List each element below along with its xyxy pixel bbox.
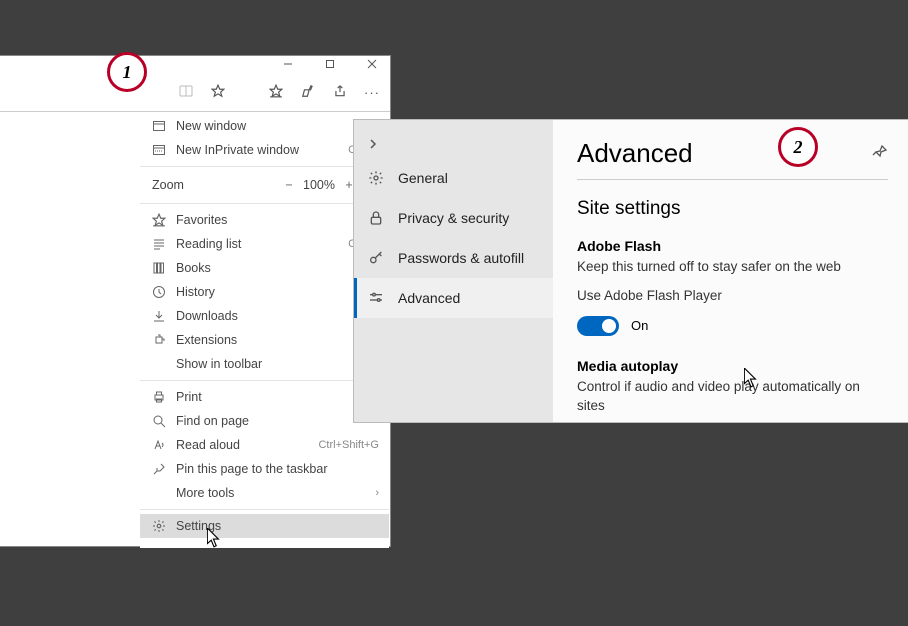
inprivate-icon (152, 143, 166, 157)
extensions-icon (152, 333, 166, 347)
menu-separator (140, 380, 389, 381)
menu-label: Extensions (176, 333, 379, 347)
history-icon (152, 285, 166, 299)
step-badge-2: 2 (778, 127, 818, 167)
menu-label: History (176, 285, 379, 299)
menu-label: New InPrivate window (176, 143, 338, 157)
media-autoplay-heading: Media autoplay (577, 358, 888, 374)
menu-separator (140, 203, 389, 204)
nav-label: Passwords & autofill (398, 250, 524, 266)
menu-separator (140, 166, 389, 167)
menu-separator (140, 509, 389, 510)
star-icon (152, 213, 166, 227)
pin-icon (152, 462, 166, 476)
gear-icon (368, 170, 384, 186)
flash-toggle[interactable] (577, 316, 619, 336)
advanced-panel: Advanced Site settings Adobe Flash Keep … (553, 119, 908, 423)
media-autoplay-description: Control if audio and video play automati… (577, 378, 888, 416)
menu-print[interactable]: Print (140, 385, 389, 409)
nav-label: Privacy & security (398, 210, 509, 226)
menu-label: Show in toolbar (176, 357, 365, 371)
nav-back-button[interactable] (354, 130, 553, 158)
menu-shortcut: Ctrl+Shift+G (318, 439, 379, 451)
flash-toggle-label: Use Adobe Flash Player (577, 287, 888, 306)
advanced-header: Advanced (577, 138, 888, 180)
menu-downloads[interactable]: Downloads (140, 304, 389, 328)
gear-icon (152, 519, 166, 533)
menu-books[interactable]: Books (140, 256, 389, 280)
share-icon[interactable] (332, 84, 348, 101)
menu-find-on-page[interactable]: Find on page (140, 409, 389, 433)
key-icon (368, 250, 384, 266)
menu-zoom: Zoom − 100% + (140, 171, 389, 199)
favorites-hub-icon[interactable] (268, 84, 284, 101)
flash-toggle-row: On (577, 316, 888, 336)
nav-privacy[interactable]: Privacy & security (354, 198, 553, 238)
print-icon (152, 390, 166, 404)
nav-label: Advanced (398, 290, 460, 306)
nav-label: General (398, 170, 448, 186)
menu-label: Downloads (176, 309, 379, 323)
minimize-button[interactable] (276, 58, 300, 72)
menu-extensions[interactable]: Extensions (140, 328, 389, 352)
search-icon (152, 414, 166, 428)
chevron-right-icon: › (375, 487, 379, 499)
flash-heading: Adobe Flash (577, 238, 888, 254)
menu-show-in-toolbar[interactable]: Show in toolbar › (140, 352, 389, 376)
menu-new-inprivate[interactable]: New InPrivate window Ctrl+S (140, 138, 389, 162)
menu-label: Reading list (176, 237, 338, 251)
browser-toolbar: ··· (0, 74, 390, 112)
menu-label: Favorites (176, 213, 379, 227)
step-badge-1: 1 (107, 52, 147, 92)
download-icon (152, 309, 166, 323)
more-menu-icon[interactable]: ··· (364, 85, 380, 100)
advanced-title: Advanced (577, 138, 693, 169)
menu-label: Read aloud (176, 438, 308, 452)
maximize-button[interactable] (318, 58, 342, 72)
zoom-value: 100% (299, 178, 339, 192)
menu-label: Settings (176, 519, 379, 533)
read-aloud-icon (152, 438, 166, 452)
close-button[interactable] (360, 58, 384, 72)
reading-view-icon[interactable] (178, 84, 194, 101)
menu-read-aloud[interactable]: Read aloud Ctrl+Shift+G (140, 433, 389, 457)
menu-label: Print (176, 390, 379, 404)
menu-reading-list[interactable]: Reading list Ctrl+S (140, 232, 389, 256)
menu-pin-taskbar[interactable]: Pin this page to the taskbar (140, 457, 389, 481)
menu-settings[interactable]: Settings (140, 514, 389, 538)
menu-label: Books (176, 261, 379, 275)
flash-description: Keep this turned off to stay safer on th… (577, 258, 888, 277)
titlebar (0, 56, 390, 74)
menu-history[interactable]: History (140, 280, 389, 304)
menu-favorites[interactable]: Favorites (140, 208, 389, 232)
menu-label: More tools (176, 486, 365, 500)
pin-icon[interactable] (872, 144, 888, 163)
flash-toggle-state: On (631, 318, 648, 333)
site-settings-heading: Site settings (577, 198, 888, 220)
more-menu-panel: New window New InPrivate window Ctrl+S Z… (140, 114, 389, 548)
menu-label: Find on page (176, 414, 379, 428)
menu-new-window[interactable]: New window (140, 114, 389, 138)
menu-more-tools[interactable]: More tools › (140, 481, 389, 505)
nav-general[interactable]: General (354, 158, 553, 198)
favorite-star-icon[interactable] (210, 84, 226, 101)
settings-sidebar: General Privacy & security Passwords & a… (353, 119, 553, 423)
sliders-icon (368, 290, 384, 306)
window-icon (152, 119, 166, 133)
edge-window: ··· New window New InPrivate window Ctrl… (0, 55, 391, 547)
zoom-label: Zoom (152, 178, 279, 192)
zoom-out-button[interactable]: − (279, 178, 299, 192)
menu-label: New window (176, 119, 379, 133)
books-icon (152, 261, 166, 275)
reading-list-icon (152, 237, 166, 251)
nav-passwords[interactable]: Passwords & autofill (354, 238, 553, 278)
notes-icon[interactable] (300, 84, 316, 101)
lock-icon (368, 210, 384, 226)
nav-advanced[interactable]: Advanced (354, 278, 553, 318)
menu-label: Pin this page to the taskbar (176, 462, 379, 476)
